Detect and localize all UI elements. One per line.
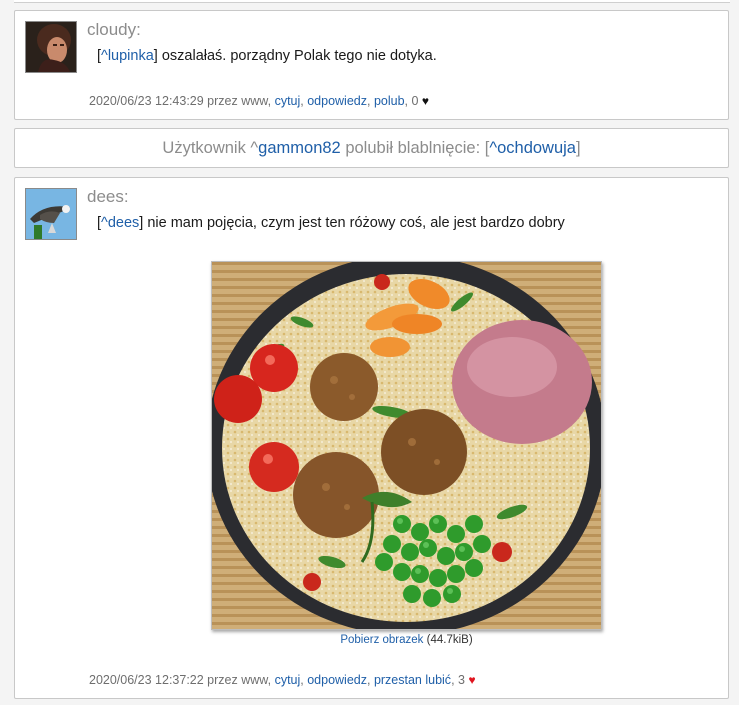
- like-link[interactable]: polub: [374, 94, 405, 108]
- post-source: przez www,: [203, 673, 275, 687]
- post-card: dees: [^dees] nie mam pojęcia, czym jest…: [14, 177, 729, 699]
- mention-link[interactable]: ^dees: [101, 215, 139, 231]
- post-username: dees:: [87, 187, 129, 206]
- reply-link[interactable]: odpowiedz: [307, 673, 367, 687]
- post-source: przez www,: [203, 94, 275, 108]
- post-message: [^dees] nie mam pojęcia, czym jest ten r…: [97, 215, 565, 231]
- unlike-link[interactable]: przestan lubić: [374, 673, 451, 687]
- image-size: (44.7kiB): [423, 634, 473, 646]
- notice-user-link[interactable]: gammon82: [258, 139, 341, 157]
- image-caption: Pobierz obrazek (44.7kiB): [211, 634, 602, 646]
- avatar[interactable]: [25, 21, 77, 73]
- notice-post-link[interactable]: ^ochdowuja: [489, 139, 576, 157]
- post-image[interactable]: [211, 261, 602, 630]
- notice-suffix: ]: [575, 139, 581, 157]
- download-image-link[interactable]: Pobierz obrazek: [340, 634, 423, 646]
- quote-link[interactable]: cytuj: [275, 673, 301, 687]
- like-notice: Użytkownik ^gammon82 polubił blablnięcie…: [14, 128, 729, 168]
- message-text: oszalałaś. porządny Polak tego nie dotyk…: [157, 48, 437, 64]
- notice-prefix: Użytkownik ^: [162, 139, 259, 157]
- heart-icon: ♥: [421, 94, 430, 108]
- like-count: 0: [411, 94, 419, 108]
- post-meta: 2020/06/23 12:37:22 przez www, cytuj, od…: [89, 673, 476, 687]
- post-username: cloudy:: [87, 20, 141, 39]
- post-timestamp: 2020/06/23 12:43:29: [89, 94, 204, 108]
- heart-icon: ♥: [468, 673, 476, 687]
- post-message: [^lupinka] oszalałaś. porządny Polak teg…: [97, 48, 437, 64]
- post-timestamp: 2020/06/23 12:37:22: [89, 673, 204, 687]
- mention-link[interactable]: ^lupinka: [101, 48, 154, 64]
- avatar[interactable]: [25, 188, 77, 240]
- quote-link[interactable]: cytuj: [275, 94, 301, 108]
- previous-post-bottom: [14, 0, 730, 3]
- notice-middle: polubił blablnięcie: [: [340, 139, 490, 157]
- reply-link[interactable]: odpowiedz: [307, 94, 367, 108]
- message-text: nie mam pojęcia, czym jest ten różowy co…: [143, 215, 565, 231]
- like-count: 3: [458, 673, 465, 687]
- post-meta: 2020/06/23 12:43:29 przez www, cytuj, od…: [89, 94, 430, 108]
- post-card: cloudy: [^lupinka] oszalałaś. porządny P…: [14, 10, 729, 120]
